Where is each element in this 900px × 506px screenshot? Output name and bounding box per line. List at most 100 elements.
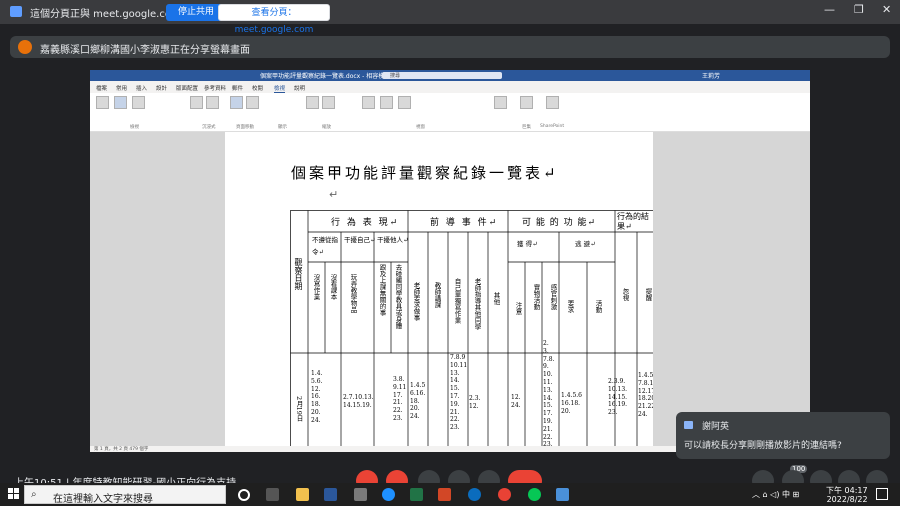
line-icon[interactable]: [528, 488, 541, 501]
subheader: 感官刺激: [549, 284, 557, 310]
group-immersive-label: 沉浸式: [202, 125, 216, 130]
subheader: 沒寫作業: [312, 274, 320, 300]
taskbar-search[interactable]: ⌕ 在這裡輸入文字來搜尋: [24, 485, 226, 505]
subheader: 要求: [566, 300, 574, 313]
presenter-banner: 嘉義縣溪口鄉柳溝國小李淑惠正在分享螢幕畫面: [10, 36, 890, 58]
table-cell: 3.8. 9.11 17. 21. 22. 23.: [393, 376, 407, 422]
properties-icon[interactable]: [546, 96, 559, 109]
cortana-icon[interactable]: [238, 489, 250, 501]
read-mode-icon[interactable]: [96, 96, 109, 109]
subheader: 跟及上課無關的事: [378, 264, 386, 316]
table-cell: 1.4.5.6 7.8.11. 12.17. 18.20. 21.22. 24.: [638, 372, 653, 418]
header-date: 觀察日期: [294, 258, 303, 290]
table-cell: 2.3.9. 10.13. 14.15. 16.19. 23.: [608, 378, 628, 417]
search-icon: ⌕: [31, 489, 37, 500]
side-to-side-icon[interactable]: [246, 96, 259, 109]
chat-notification[interactable]: 謝阿英 可以請校長分享剛剛播放影片的連結嗎?: [676, 412, 890, 459]
table-cell: 1.4.5 6.16. 18. 20. 24.: [410, 382, 426, 421]
tab-home[interactable]: 常用: [116, 84, 127, 92]
new-window-icon[interactable]: [362, 96, 375, 109]
tab-mailings[interactable]: 郵件: [232, 84, 243, 92]
table-cell: 2.3. 12.: [469, 395, 481, 410]
share-bar: 這個分頁正與 meet.google.com 共用 停止共用 查看分頁：meet…: [0, 0, 900, 35]
stop-sharing-button[interactable]: 停止共用: [166, 4, 226, 21]
document-heading: 個案甲功能評量觀察紀錄一覽表↵: [291, 164, 559, 182]
group-zoom-label: 縮放: [322, 125, 331, 130]
zoom-100-icon[interactable]: [322, 96, 335, 109]
header-not-follow: 不遵從指令↵: [312, 236, 338, 256]
vertical-icon[interactable]: [230, 96, 243, 109]
chrome-icon[interactable]: [498, 488, 511, 501]
ribbon-tabs: 檔案 常用 插入 設計 版面配置 參考資料 郵件 校閱 檢視 說明: [90, 82, 810, 93]
paragraph-mark: ↵: [329, 188, 339, 201]
subheader: 玩弄教學物品: [349, 274, 357, 313]
subheader: 提醒: [644, 288, 652, 301]
powerpoint-icon[interactable]: [438, 488, 451, 501]
row-date: 2月19日: [295, 396, 303, 422]
focus-icon[interactable]: [190, 96, 203, 109]
edge-icon[interactable]: [382, 488, 395, 501]
header-consequence: 行為的結果↵: [617, 212, 649, 231]
group-macros-label: 巨集: [522, 125, 531, 130]
view-tab-button[interactable]: 查看分頁：meet.google.com: [218, 4, 330, 35]
restore-button[interactable]: ❐: [854, 3, 864, 16]
split-icon[interactable]: [398, 96, 411, 109]
tab-view[interactable]: 檢視: [274, 84, 286, 93]
tab-file[interactable]: 檔案: [96, 84, 107, 92]
chat-sender: 謝阿英: [702, 422, 730, 432]
group-views-label: 檢視: [130, 125, 139, 130]
print-layout-icon[interactable]: [114, 96, 127, 109]
header-disturb-others: 干擾他人↵: [377, 236, 409, 244]
immersive-reader-icon[interactable]: [206, 96, 219, 109]
switch-windows-icon[interactable]: [494, 96, 507, 109]
close-button[interactable]: ✕: [882, 3, 891, 16]
taskbar-search-placeholder: 在這裡輸入文字來搜尋: [53, 494, 153, 505]
shared-word-window: 個案甲功能評量觀察紀錄一覽表.docx - 相容模式 - Word 搜尋 王莉芳…: [90, 70, 810, 452]
app-icon[interactable]: [468, 488, 481, 501]
tab-help[interactable]: 說明: [294, 84, 305, 92]
subheader: 教師講課: [433, 282, 441, 308]
tray-icons[interactable]: ︿ ⌂ ◁) 中 ⊞: [752, 489, 799, 500]
subheader: 自己單獨寫作業: [453, 278, 461, 324]
subheader: 去碰觸同學教具或身體: [394, 264, 402, 329]
clock-date: 2022/8/22: [826, 495, 868, 504]
table-cell: 12. 24.: [511, 394, 521, 409]
document-page[interactable]: 個案甲功能評量觀察紀錄一覽表↵ ↵ 觀察日期 行 為 表 現↵ 前 導 事 件↵…: [225, 132, 653, 450]
word-app-icon[interactable]: [324, 488, 337, 501]
avatar: [18, 40, 32, 54]
zoom-icon[interactable]: [306, 96, 319, 109]
tab-insert[interactable]: 插入: [136, 84, 147, 92]
task-view-icon[interactable]: [266, 488, 279, 501]
group-show-label: 顯示: [278, 125, 287, 130]
subheader: 注意: [514, 302, 522, 315]
web-layout-icon[interactable]: [132, 96, 145, 109]
table-cell: 2.7.10.13. 14.15.19.: [343, 394, 374, 409]
subheader: 活動: [594, 300, 602, 313]
system-clock[interactable]: 下午 04:17 2022/8/22: [826, 486, 868, 504]
taskbar: ⌕ 在這裡輸入文字來搜尋 ︿ ⌂ ◁) 中 ⊞ 下午 04:17 2022/8/…: [0, 483, 900, 506]
presenter-message: 嘉義縣溪口鄉柳溝國小李淑惠正在分享螢幕畫面: [40, 45, 250, 56]
word-title-bar: 個案甲功能評量觀察紀錄一覽表.docx - 相容模式 - Word 搜尋 王莉芳: [90, 70, 810, 81]
table-cell: 7.8.9 10.11 13. 14. 15. 17. 19. 21. 22. …: [450, 354, 468, 432]
word-user-name[interactable]: 王莉芳: [702, 71, 720, 80]
tab-review[interactable]: 校閱: [252, 84, 263, 92]
table-cell: 2. 3. 7.8. 9. 10. 11. 13. 14. 15. 17. 19…: [543, 340, 555, 449]
notification-icon[interactable]: [876, 488, 888, 500]
tab-references[interactable]: 參考資料: [204, 84, 226, 92]
windows-start-icon[interactable]: [8, 488, 20, 500]
tab-design[interactable]: 設計: [156, 84, 167, 92]
header-antecedent: 前 導 事 件↵: [430, 218, 499, 228]
subheader: 沒看課本: [329, 274, 337, 300]
app-icon[interactable]: [556, 488, 569, 501]
file-explorer-icon[interactable]: [296, 488, 309, 501]
excel-icon[interactable]: [410, 488, 423, 501]
screen-share-icon: [10, 6, 22, 17]
arrange-all-icon[interactable]: [380, 96, 393, 109]
app-icon[interactable]: [354, 488, 367, 501]
tab-layout[interactable]: 版面配置: [176, 84, 198, 92]
minimize-button[interactable]: —: [824, 3, 835, 16]
window-controls: — ❐ ✕: [820, 0, 900, 20]
macros-icon[interactable]: [520, 96, 533, 109]
subheader: 其他: [492, 292, 500, 305]
table-cell: 1.4.5.6 16.18. 20.: [561, 392, 582, 415]
